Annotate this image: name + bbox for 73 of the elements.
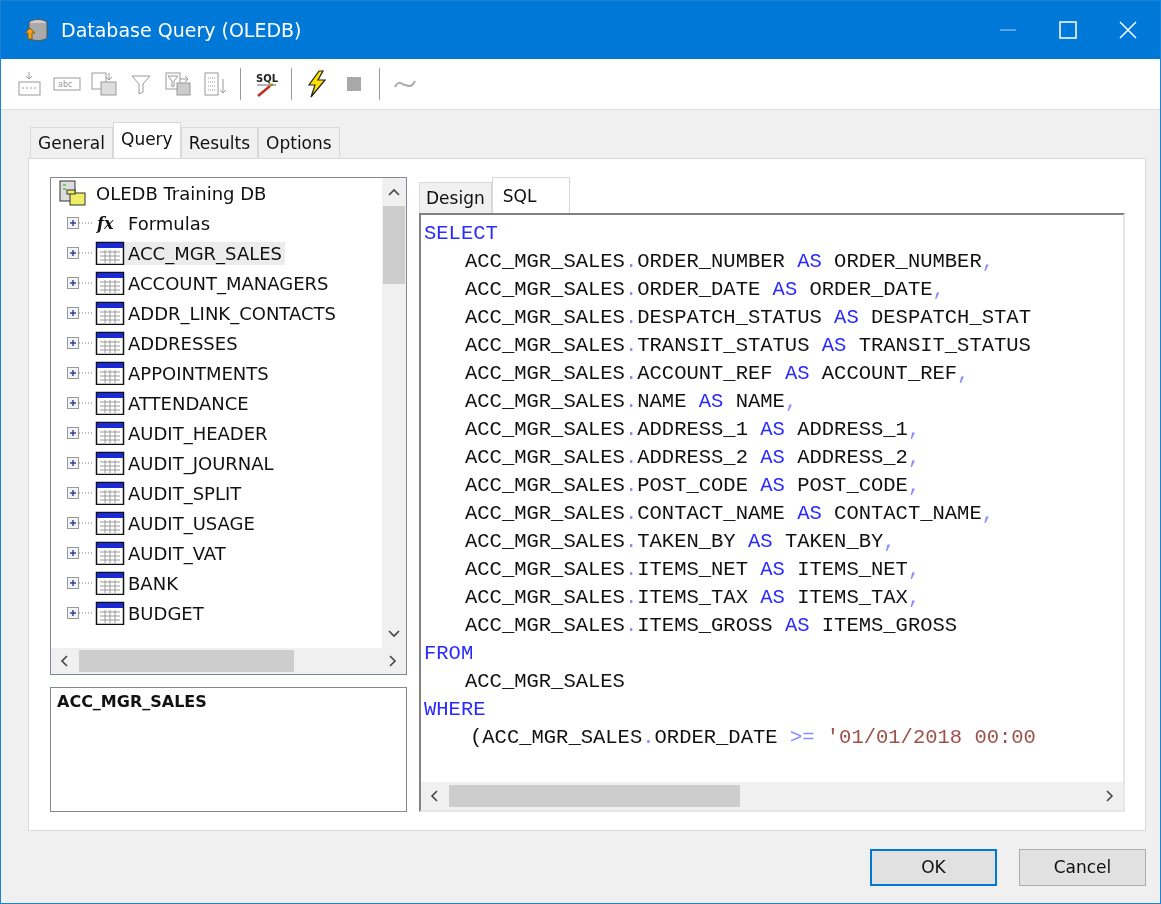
code-line: ACC_MGR_SALES.CONTACT_NAME AS CONTACT_NAME, [464,501,996,527]
window-title: Database Query (OLEDB) [61,19,303,41]
tree-item[interactable]: AUDIT_JOURNAL [125,451,277,475]
table-icon [95,421,125,445]
tree-item[interactable]: ATTENDANCE [125,391,252,415]
code-line: ACC_MGR_SALES.POST_CODE AS POST_CODE, [464,473,922,499]
table-icon [95,571,125,595]
database-server-icon [57,179,87,207]
tree-item[interactable]: Formulas [125,211,214,235]
table-icon [95,301,125,325]
description-title: ACC_MGR_SALES [57,692,207,711]
tree-item[interactable]: AUDIT_VAT [125,541,229,565]
sql-editor[interactable] [419,213,1125,812]
tab[interactable]: Query [113,122,181,158]
code-line: ACC_MGR_SALES.TAKEN_BY AS TAKEN_BY, [464,529,897,555]
scroll-left-icon[interactable] [429,789,441,803]
ok-button[interactable]: OK [870,848,997,886]
scroll-left-icon[interactable] [59,654,71,668]
code-line: SELECT [424,221,499,247]
editor-tab[interactable]: SQL [491,177,570,213]
code-line: ACC_MGR_SALES.ADDRESS_2 AS ADDRESS_2, [464,445,922,471]
scroll-thumb[interactable] [449,785,740,807]
tree-item[interactable]: BANK [125,571,181,595]
table-icon [95,511,125,535]
code-line: WHERE [424,697,487,723]
tree-item[interactable]: AUDIT_USAGE [125,511,258,535]
code-line: ACC_MGR_SALES.ORDER_DATE AS ORDER_DATE, [464,277,946,303]
code-line: ACC_MGR_SALES.ITEMS_TAX AS ITEMS_TAX, [464,585,922,611]
code-line: ACC_MGR_SALES.NAME AS NAME, [464,389,799,415]
tree-item[interactable]: AUDIT_HEADER [125,421,271,445]
tab[interactable]: Options [258,127,340,158]
code-line: FROM [424,641,475,667]
code-line: ACC_MGR_SALES.DESPATCH_STATUS AS DESPATCH_STAT [464,305,1032,331]
tree-item[interactable]: BUDGET [125,601,207,625]
table-icon [95,271,125,295]
table-icon [95,331,125,355]
table-icon [95,541,125,565]
code-line: ACC_MGR_SALES.ACCOUNT_REF AS ACCOUNT_REF, [464,361,971,387]
code-line: ACC_MGR_SALES.ITEMS_NET AS ITEMS_NET, [464,557,922,583]
horizontal-scrollbar[interactable] [51,648,406,674]
scroll-right-icon[interactable] [1103,789,1115,803]
table-icon [95,391,125,415]
tree-item[interactable]: APPOINTMENTS [125,361,272,385]
tree-item[interactable]: ADDRESSES [125,331,241,355]
table-icon [95,451,125,475]
code-line: ACC_MGR_SALES.ORDER_NUMBER AS ORDER_NUMBER, [464,249,996,275]
tree-item[interactable]: ACC_MGR_SALES [125,241,286,265]
code-line: (ACC_MGR_SALES.ORDER_DATE >= '01/01/2018 00:00 [469,725,1037,751]
horizontal-scrollbar[interactable] [421,782,1123,810]
tree-item[interactable]: ADDR_LINK_CONTACTS [125,301,339,325]
table-icon [95,361,125,385]
scroll-right-icon[interactable] [386,654,398,668]
formula-icon: fx [95,211,125,235]
editor-tab[interactable]: Design [419,182,492,213]
scroll-thumb[interactable] [79,650,295,672]
tree-item[interactable]: ACCOUNT_MANAGERS [125,271,332,295]
tab[interactable]: General [30,127,113,158]
database-icon [23,17,49,43]
scroll-thumb[interactable] [383,206,405,284]
code-line: ACC_MGR_SALES [464,669,626,695]
code-line: ACC_MGR_SALES.ITEMS_GROSS AS ITEMS_GROSS [464,613,959,639]
scroll-up-icon[interactable] [387,187,401,197]
tab[interactable]: Results [180,127,259,158]
tree-item[interactable]: AUDIT_SPLIT [125,481,245,505]
cancel-button[interactable]: Cancel [1019,848,1146,886]
vertical-scrollbar[interactable] [382,178,406,648]
table-icon [95,481,125,505]
table-icon [95,241,125,265]
table-icon [95,601,125,625]
code-line: ACC_MGR_SALES.ADDRESS_1 AS ADDRESS_1, [464,417,922,443]
tree-root-label[interactable]: OLEDB Training DB [93,181,270,205]
code-line: ACC_MGR_SALES.TRANSIT_STATUS AS TRANSIT_STATUS [464,333,1032,359]
scroll-down-icon[interactable] [387,629,401,639]
